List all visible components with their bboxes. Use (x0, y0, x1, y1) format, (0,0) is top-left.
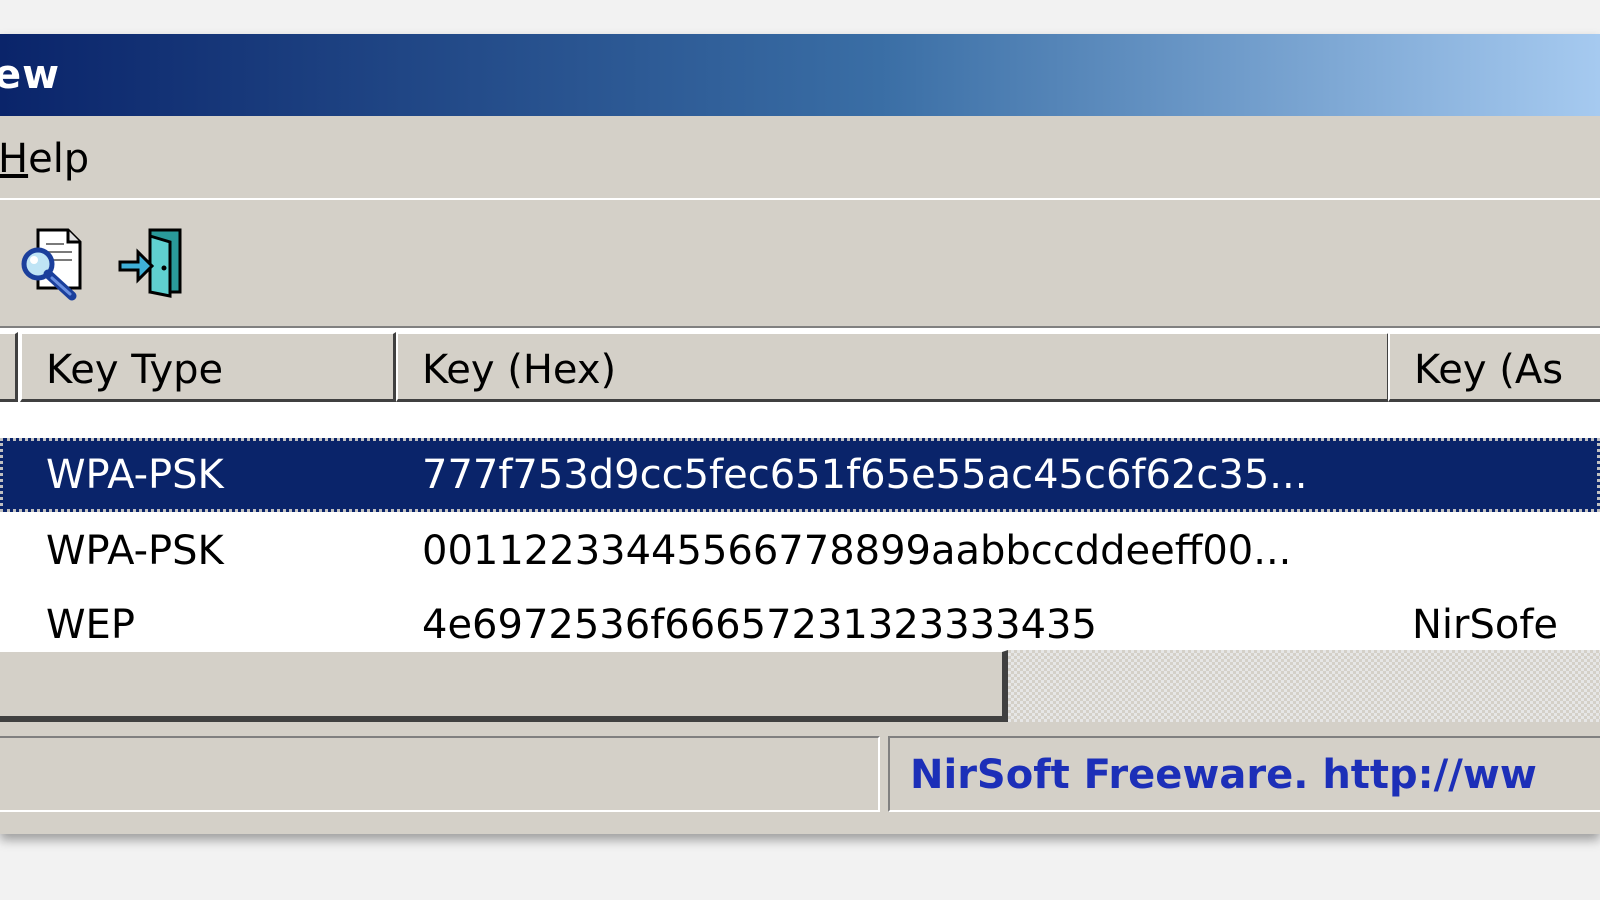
column-header-key-ascii[interactable]: Key (As (1388, 332, 1600, 402)
title-bar[interactable]: ew (0, 34, 1600, 116)
keys-list-view[interactable]: Key Type Key (Hex) Key (As WPA-PSK 777f7… (0, 326, 1600, 650)
column-header-key-hex[interactable]: Key (Hex) (396, 332, 1390, 402)
toolbar (0, 206, 1600, 324)
window-title: ew (0, 52, 61, 98)
exit-door-icon[interactable] (114, 222, 194, 302)
app-window: ew Help Key Type Key (Hex) Key (As WPA-P… (0, 34, 1600, 834)
cell-key-type: WPA-PSK (46, 452, 224, 498)
cell-key-hex: 00112233445566778899aabbccddeeff00... (422, 528, 1292, 574)
nirsoft-link[interactable]: NirSoft Freeware. http://ww (910, 752, 1537, 798)
menu-help[interactable]: Help (0, 136, 89, 182)
status-bar: NirSoft Freeware. http://ww (0, 734, 1600, 816)
horizontal-scrollbar[interactable] (0, 650, 1600, 722)
column-header-key-type-label: Key Type (46, 347, 224, 393)
menu-help-accelerator: H (0, 136, 29, 182)
menu-bar: Help (0, 120, 1600, 200)
column-header-previous[interactable] (0, 332, 18, 402)
table-row-2[interactable]: WPA-PSK 00112233445566778899aabbccddeeff… (0, 514, 1600, 588)
cell-key-hex: 4e6972536f66657231323333435 (422, 602, 1097, 648)
table-row-1[interactable]: WPA-PSK 777f753d9cc5fec651f65e55ac45c6f6… (0, 438, 1600, 512)
scrollbar-thumb[interactable] (0, 650, 1008, 722)
cell-key-hex: 777f753d9cc5fec651f65e55ac45c6f62c35... (422, 452, 1308, 498)
cell-key-type: WPA-PSK (46, 528, 224, 574)
menu-help-label: elp (28, 136, 90, 182)
cell-key-ascii: NirSofe (1412, 602, 1559, 648)
column-header-key-ascii-label: Key (As (1414, 347, 1564, 393)
status-pane-right: NirSoft Freeware. http://ww (888, 736, 1600, 812)
column-header-key-hex-label: Key (Hex) (422, 347, 617, 393)
cell-key-type: WEP (46, 602, 135, 648)
column-header-key-type[interactable]: Key Type (20, 332, 396, 402)
magnifier-document-icon[interactable] (16, 222, 96, 302)
status-pane-left (0, 736, 880, 812)
screenshot-stage: ew Help Key Type Key (Hex) Key (As WPA-P… (0, 0, 1600, 900)
